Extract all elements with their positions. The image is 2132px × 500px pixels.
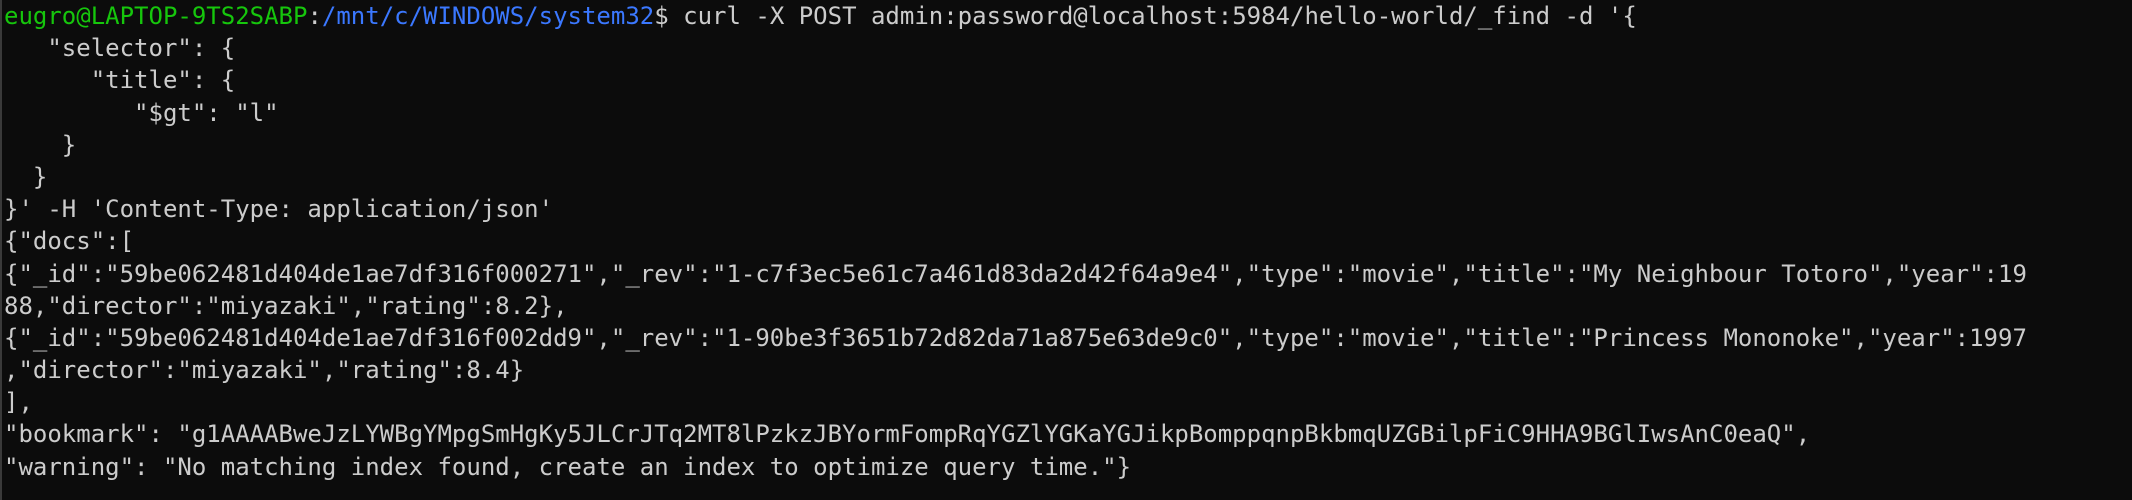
output-line: "warning": "No matching index found, cre… xyxy=(4,452,1132,481)
output-line: } xyxy=(4,130,77,159)
terminal-window[interactable]: eugro@LAPTOP-9TS2SABP:/mnt/c/WINDOWS/sys… xyxy=(0,0,2132,500)
prompt-user-host: eugro@LAPTOP-9TS2SABP xyxy=(4,2,308,30)
output-line: } xyxy=(4,162,48,191)
prompt-separator: : xyxy=(307,2,322,30)
output-line: 88,"director":"miyazaki","rating":8.2}, xyxy=(4,291,568,320)
output-line: {"docs":[ xyxy=(4,227,135,256)
output-line: ,"director":"miyazaki","rating":8.4} xyxy=(4,356,525,385)
prompt-symbol: $ xyxy=(654,2,669,30)
output-line: }' -H 'Content-Type: application/json' xyxy=(4,195,554,224)
output-line: "title": { xyxy=(4,66,236,95)
prompt-path: /mnt/c/WINDOWS/system32 xyxy=(321,2,655,30)
output-line: "selector": { xyxy=(4,34,236,63)
output-line: {"_id":"59be062481d404de1ae7df316f000271… xyxy=(4,259,2027,288)
command-text: curl -X POST admin:password@localhost:59… xyxy=(668,2,1637,30)
output-line: "bookmark": "g1AAAABweJzLYWBgYMpgSmHgKy5… xyxy=(4,420,1811,449)
output-line: {"_id":"59be062481d404de1ae7df316f002dd9… xyxy=(4,323,2027,352)
output-line: ], xyxy=(4,388,33,417)
output-line: "$gt": "l" xyxy=(4,98,279,127)
command-line: eugro@LAPTOP-9TS2SABP:/mnt/c/WINDOWS/sys… xyxy=(4,0,2132,32)
